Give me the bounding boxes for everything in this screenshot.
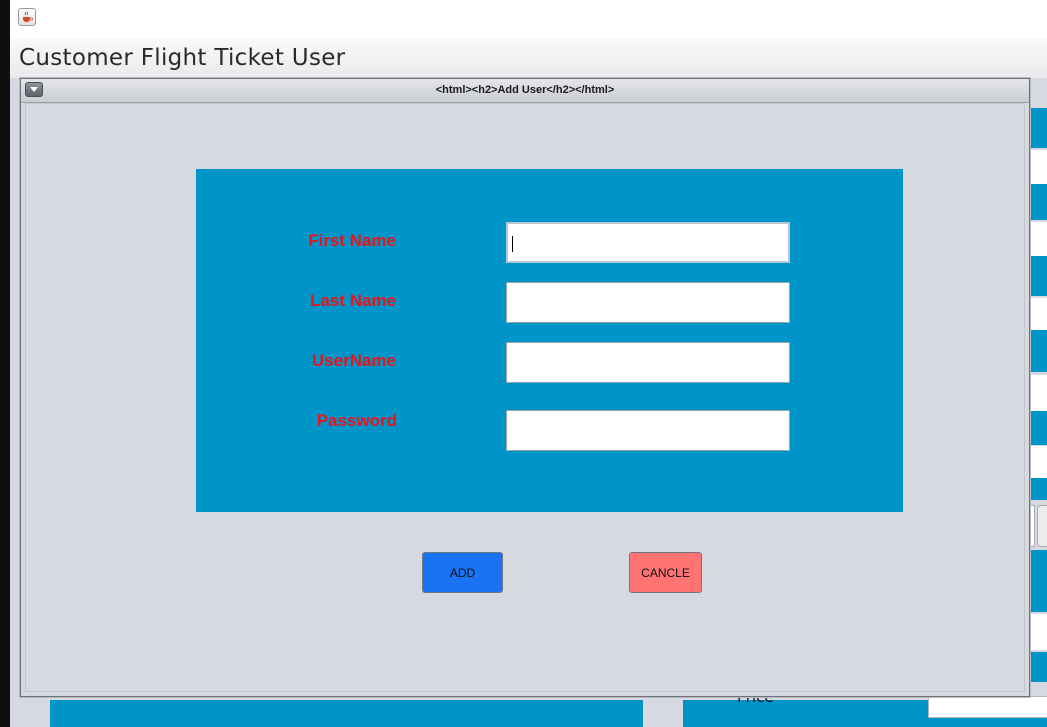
text-caret (512, 236, 513, 252)
password-label: Password (316, 411, 397, 430)
app-title: Customer Flight Ticket User (19, 45, 346, 71)
first-name-label: First Name (308, 231, 396, 250)
background-price-field (928, 696, 1047, 718)
background-combo-button (1037, 505, 1047, 547)
dialog-titlebar[interactable]: <html><h2>Add User</h2></html> (21, 79, 1029, 103)
java-cup-icon[interactable] (18, 8, 36, 26)
add-button[interactable]: ADD (422, 552, 503, 593)
add-user-dialog: <html><h2>Add User</h2></html> First Nam… (20, 78, 1030, 697)
background-panel-bottom (50, 700, 643, 727)
cancel-button[interactable]: CANCLE (629, 552, 702, 593)
dialog-title: <html><h2>Add User</h2></html> (435, 84, 615, 96)
window-titlebar (10, 0, 1047, 38)
first-name-field[interactable] (506, 222, 790, 263)
last-name-field[interactable] (506, 282, 790, 323)
password-field[interactable] (506, 410, 790, 451)
last-name-label: Last Name (310, 291, 396, 310)
username-label: UserName (311, 351, 396, 370)
username-field[interactable] (506, 342, 790, 383)
add-user-form-panel: First Name Last Name UserName Password (196, 169, 903, 512)
main-window: Customer Flight Ticket User Price <html>… (10, 0, 1047, 727)
dialog-body: First Name Last Name UserName Password A… (25, 103, 1025, 692)
app-header: Customer Flight Ticket User (10, 38, 1047, 78)
